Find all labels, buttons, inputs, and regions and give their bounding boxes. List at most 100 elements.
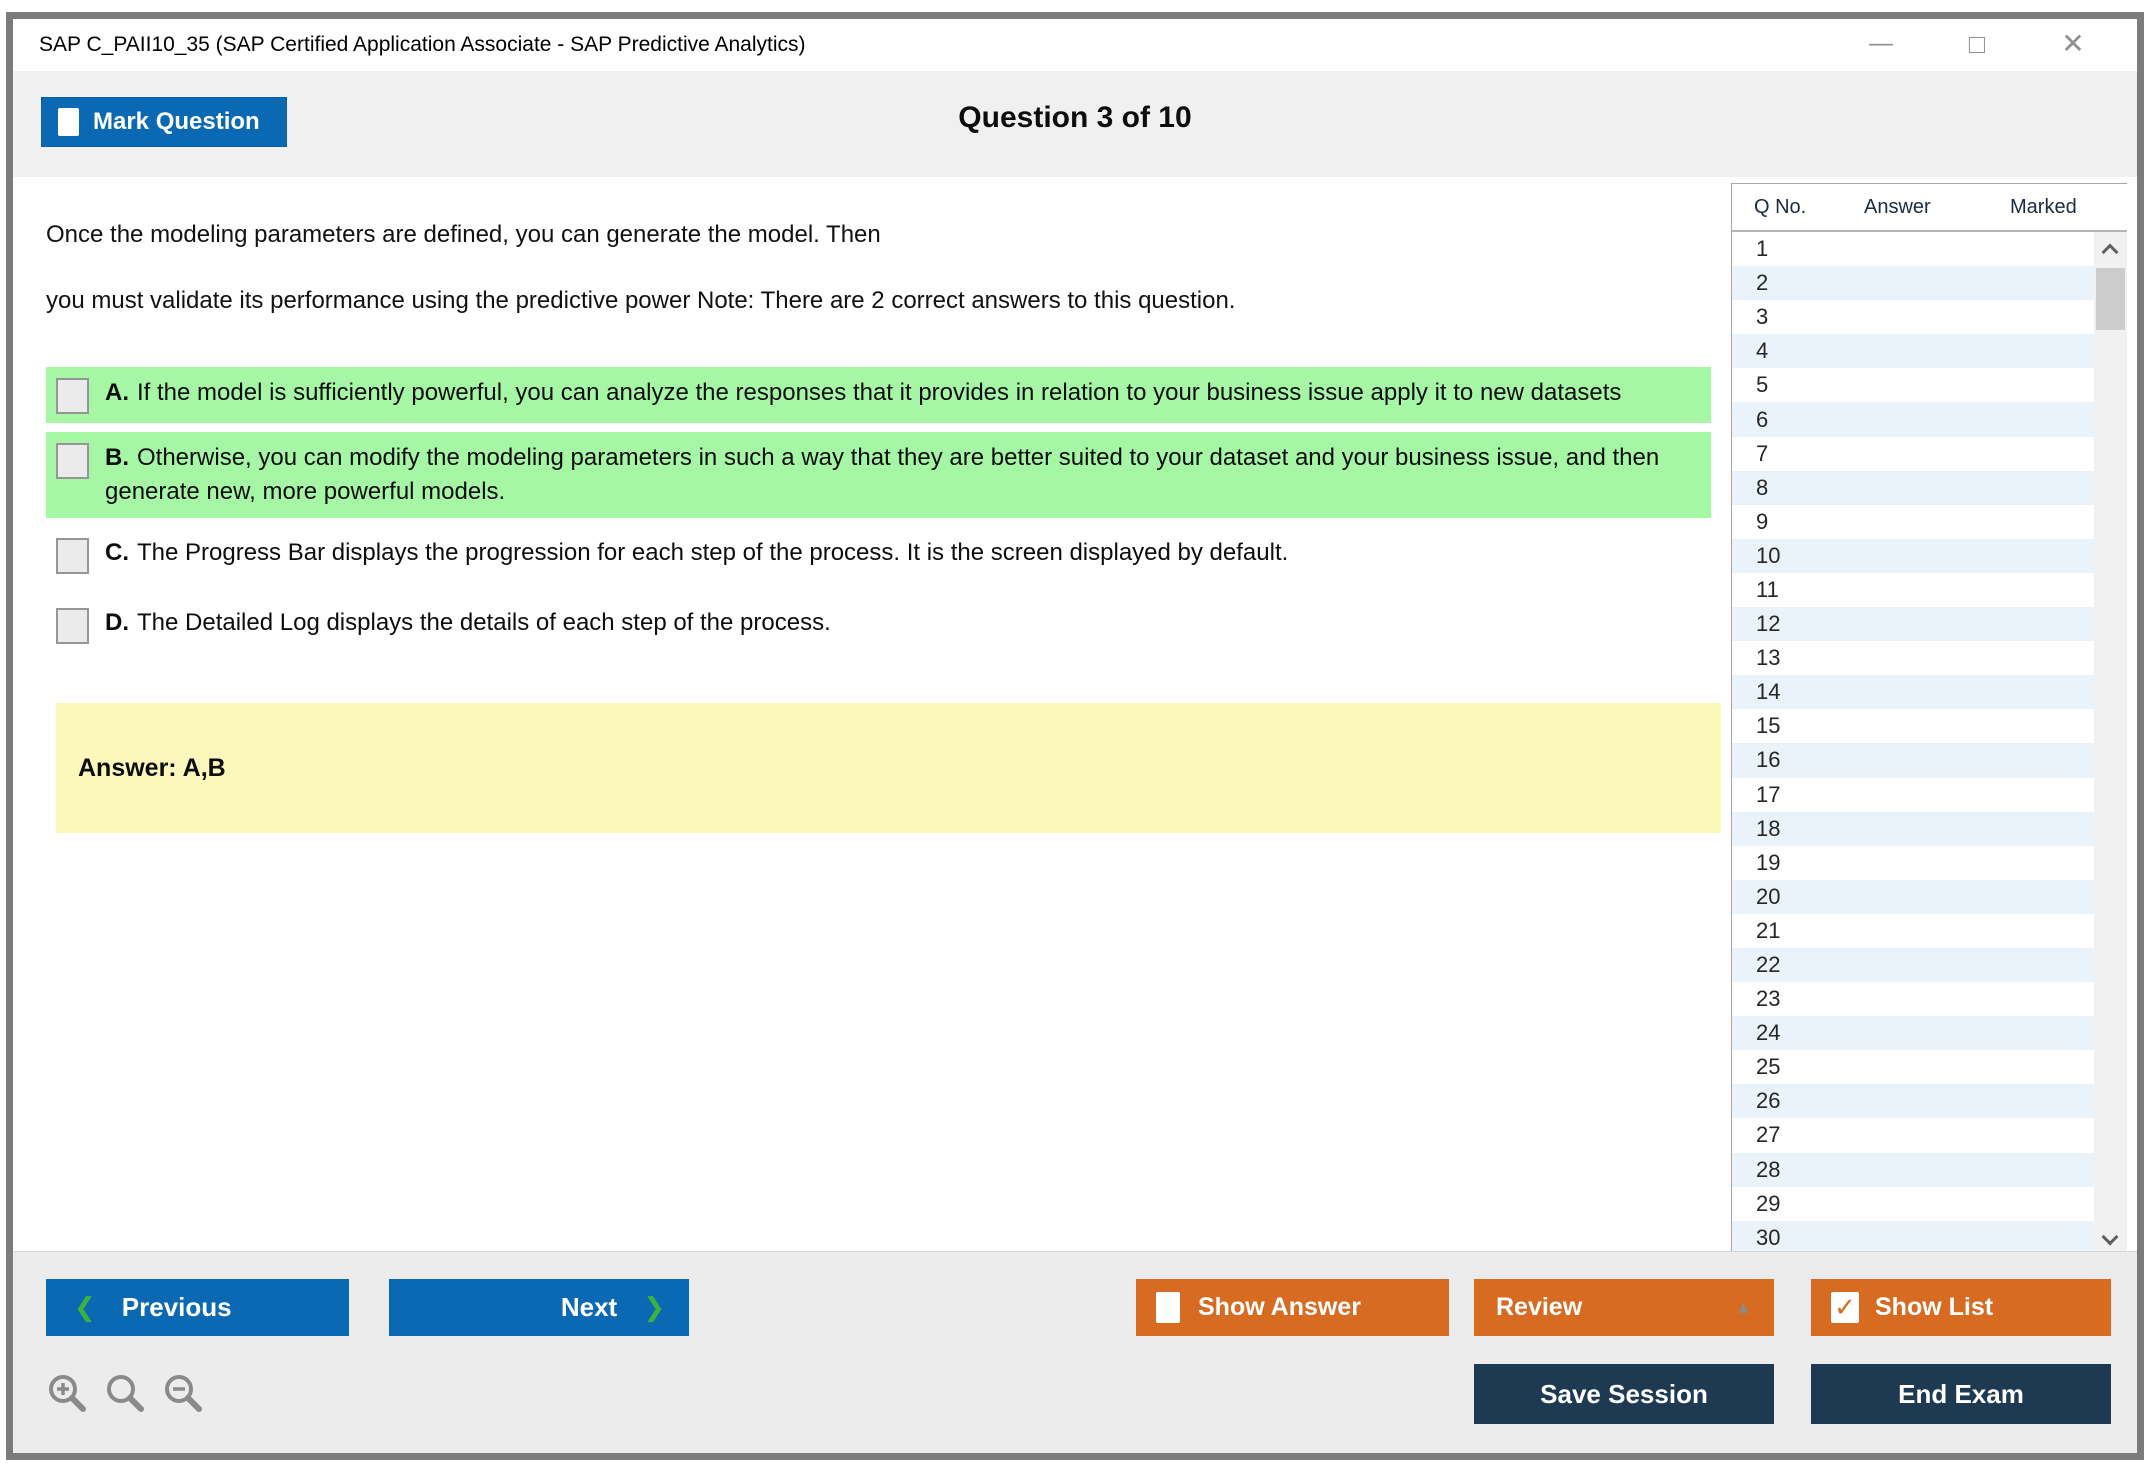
list-item[interactable]: 16 — [1732, 743, 2127, 778]
next-button[interactable]: Next ❯ — [389, 1279, 689, 1336]
question-number: 11 — [1756, 576, 1779, 602]
zoom-toolbar — [46, 1372, 206, 1416]
save-session-button[interactable]: Save Session — [1474, 1364, 1774, 1424]
question-list-body: 1 2 3 4 5 6 7 8 9 10 11 12 13 14 15 16 17 18 19 20 21 22 23 24 2… — [1732, 232, 2127, 1255]
list-item[interactable]: 15 — [1732, 709, 2127, 743]
title-bar: SAP C_PAII10_35 (SAP Certified Applicati… — [13, 19, 2137, 71]
scroll-down-icon[interactable] — [2101, 1228, 2119, 1246]
list-item[interactable]: 1 — [1732, 232, 2127, 266]
list-item[interactable]: 24 — [1732, 1016, 2127, 1051]
list-item[interactable]: 7 — [1732, 437, 2127, 471]
option-d-checkbox[interactable] — [56, 608, 89, 644]
list-item[interactable]: 23 — [1732, 982, 2127, 1016]
list-item[interactable]: 17 — [1732, 778, 2127, 812]
list-item[interactable]: 28 — [1732, 1152, 2127, 1187]
end-exam-button[interactable]: End Exam — [1811, 1364, 2111, 1424]
option-a-checkbox[interactable] — [56, 378, 89, 414]
show-list-label: Show List — [1875, 1293, 1994, 1321]
answer-reveal-box: Answer: A,B — [56, 703, 1721, 833]
list-item[interactable]: 18 — [1732, 811, 2127, 846]
window-title: SAP C_PAII10_35 (SAP Certified Applicati… — [39, 33, 806, 56]
question-number: 16 — [1756, 747, 1781, 773]
list-item[interactable]: 5 — [1732, 368, 2127, 402]
caret-up-icon: ▲ — [1735, 1297, 1752, 1317]
chevron-left-icon: ❮ — [74, 1292, 96, 1322]
question-number: 14 — [1756, 679, 1781, 705]
list-item[interactable]: 25 — [1732, 1050, 2127, 1084]
list-item[interactable]: 12 — [1732, 607, 2127, 642]
list-item[interactable]: 9 — [1732, 505, 2127, 539]
previous-button[interactable]: ❮ Previous — [46, 1279, 349, 1336]
question-number: 7 — [1756, 440, 1769, 466]
scroll-up-icon[interactable] — [2101, 243, 2119, 261]
question-number: 22 — [1756, 952, 1781, 978]
column-qno: Q No. — [1754, 196, 1807, 218]
option-c-checkbox[interactable] — [56, 538, 89, 574]
question-number: 20 — [1756, 883, 1781, 909]
question-number: 23 — [1756, 986, 1781, 1012]
list-item[interactable]: 26 — [1732, 1084, 2127, 1119]
window-controls: — □ ✕ — [1863, 27, 2091, 61]
scrollbar-thumb[interactable] — [2096, 268, 2125, 330]
list-item[interactable]: 20 — [1732, 879, 2127, 914]
question-list-sidebar: Q No. Answer Marked 1 2 3 4 5 6 7 8 9 10 11 12 13 14 1… — [1731, 183, 2127, 1255]
question-number: 6 — [1756, 406, 1769, 432]
exam-header: Mark Question Question 3 of 10 — [13, 71, 2137, 177]
option-a-text: A. If the model is sufficiently powerful,… — [105, 379, 1622, 406]
question-number: 28 — [1756, 1156, 1781, 1182]
option-d-text: D. The Detailed Log displays the details … — [105, 609, 831, 636]
minimize-icon[interactable]: — — [1863, 27, 1899, 61]
question-text-line2: you must validate its performance using … — [46, 287, 1236, 314]
question-number: 18 — [1756, 815, 1781, 841]
option-b-checkbox[interactable] — [56, 443, 89, 479]
answer-option[interactable]: D. The Detailed Log displays the details … — [46, 597, 1711, 653]
list-item[interactable]: 10 — [1732, 538, 2127, 573]
question-list-header: Q No. Answer Marked — [1732, 184, 2127, 232]
list-item[interactable]: 3 — [1732, 300, 2127, 334]
show-list-button[interactable]: ✓ Show List — [1811, 1279, 2111, 1336]
list-item[interactable]: 13 — [1732, 641, 2127, 675]
review-button[interactable]: Review ▲ — [1474, 1279, 1774, 1336]
save-session-label: Save Session — [1540, 1378, 1708, 1409]
zoom-out-icon[interactable] — [162, 1372, 206, 1416]
answer-option[interactable]: B. Otherwise, you can modify the modeling… — [46, 432, 1711, 518]
list-item[interactable]: 6 — [1732, 402, 2127, 437]
magnifier-icon[interactable] — [104, 1372, 148, 1416]
show-list-checkbox[interactable]: ✓ — [1831, 1292, 1859, 1323]
question-number: 29 — [1756, 1190, 1781, 1216]
list-item[interactable]: 30 — [1732, 1220, 2127, 1255]
list-item[interactable]: 2 — [1732, 266, 2127, 301]
option-b-text: B. Otherwise, you can modify the modeling… — [105, 444, 1660, 505]
answer-option[interactable]: A. If the model is sufficiently powerful,… — [46, 367, 1711, 423]
list-item[interactable]: 21 — [1732, 914, 2127, 948]
app-window: SAP C_PAII10_35 (SAP Certified Applicati… — [6, 12, 2144, 1460]
question-number: 12 — [1756, 611, 1781, 637]
question-number: 9 — [1756, 508, 1769, 534]
list-item[interactable]: 22 — [1732, 947, 2127, 983]
maximize-icon[interactable]: □ — [1959, 27, 1995, 61]
question-number: 15 — [1756, 713, 1781, 739]
question-number: 3 — [1756, 304, 1769, 330]
question-text-line1: Once the modeling parameters are defined… — [46, 221, 881, 248]
question-number: 2 — [1756, 270, 1769, 296]
list-item[interactable]: 8 — [1732, 470, 2127, 505]
question-number: 17 — [1756, 781, 1781, 807]
column-answer: Answer — [1864, 196, 1931, 218]
question-number: 8 — [1756, 474, 1769, 500]
question-number: 5 — [1756, 372, 1769, 398]
show-answer-checkbox[interactable] — [1156, 1292, 1180, 1323]
check-icon: ✓ — [1834, 1292, 1856, 1322]
list-item[interactable]: 19 — [1732, 846, 2127, 880]
list-item[interactable]: 4 — [1732, 334, 2127, 369]
next-label: Next — [560, 1292, 618, 1322]
list-item[interactable]: 27 — [1732, 1118, 2127, 1152]
question-list-scrollbar[interactable] — [2094, 232, 2127, 1255]
show-answer-button[interactable]: Show Answer — [1136, 1279, 1449, 1336]
close-icon[interactable]: ✕ — [2055, 27, 2091, 61]
question-number: 27 — [1756, 1122, 1781, 1148]
zoom-in-icon[interactable] — [46, 1372, 90, 1416]
list-item[interactable]: 11 — [1732, 573, 2127, 607]
answer-option[interactable]: C. The Progress Bar displays the progress… — [46, 527, 1711, 583]
list-item[interactable]: 14 — [1732, 675, 2127, 710]
list-item[interactable]: 29 — [1732, 1187, 2127, 1221]
